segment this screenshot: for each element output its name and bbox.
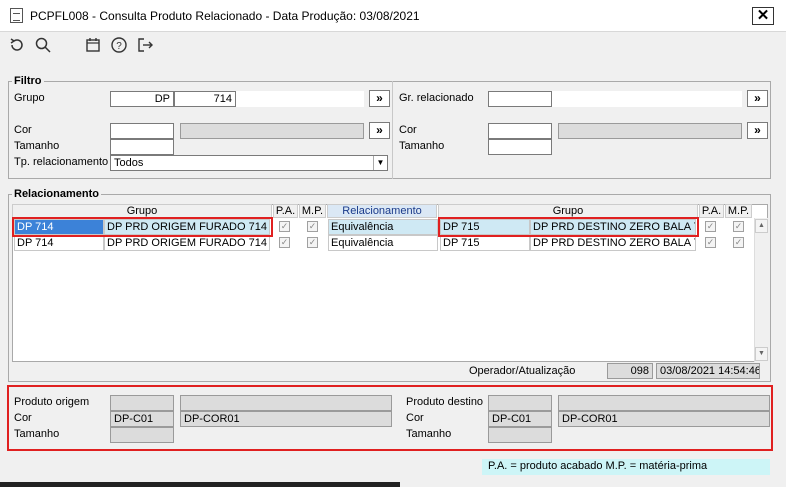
cor-label: Cor	[14, 124, 32, 136]
produto-origem-code-field	[110, 395, 174, 411]
filtro-legend: Filtro	[12, 75, 44, 87]
gr-cor-description-field	[558, 123, 742, 139]
close-button[interactable]: ✕	[752, 7, 774, 25]
destino-cor-code-field: DP-C01	[488, 411, 552, 427]
grupo-number-field[interactable]: 714	[174, 91, 236, 107]
destino-tamanho-field	[488, 427, 552, 443]
row-1-mp-checkbox[interactable]: ✓	[307, 221, 318, 232]
produto-destino-code-field	[488, 395, 552, 411]
gr-cor-label: Cor	[399, 124, 417, 136]
operador-datetime-field: 03/08/2021 14:54:46	[656, 363, 760, 379]
destino-tamanho-label: Tamanho	[406, 428, 452, 440]
destino-cor-label: Cor	[406, 412, 424, 424]
tp-relacionamento-value: Todos	[114, 157, 144, 169]
undo-icon[interactable]	[8, 36, 26, 54]
cor-lookup-button[interactable]: »	[369, 122, 390, 139]
tp-relacionamento-label: Tp. relacionamento	[14, 156, 109, 168]
row-2-pa-checkbox[interactable]: ✓	[279, 237, 290, 248]
row-2-description[interactable]: DP PRD ORIGEM FURADO 714	[104, 235, 270, 251]
background-strip	[0, 482, 400, 487]
row-2-destino-description[interactable]: DP PRD DESTINO ZERO BALA 715	[530, 235, 696, 251]
gr-relacionado-description-field	[552, 91, 742, 107]
header-pa[interactable]: P.A.	[273, 204, 298, 218]
header-grupo-destino[interactable]: Grupo	[438, 204, 698, 218]
document-icon	[10, 8, 23, 23]
header-mp-destino[interactable]: M.P.	[725, 204, 752, 218]
header-pa-destino[interactable]: P.A.	[699, 204, 724, 218]
origem-tamanho-label: Tamanho	[14, 428, 60, 440]
grupo-lookup-button[interactable]: »	[369, 90, 390, 107]
vertical-scrollbar[interactable]	[754, 218, 768, 362]
gr-relacionado-lookup-button[interactable]: »	[747, 90, 768, 107]
gr-tamanho-label: Tamanho	[399, 140, 445, 152]
produto-destino-description-field	[558, 395, 770, 411]
destino-cor-description-field: DP-COR01	[558, 411, 770, 427]
grupo-description-field	[236, 91, 364, 107]
produto-origem-label: Produto origem	[14, 396, 90, 408]
tp-relacionamento-select[interactable]: Todos	[110, 155, 388, 171]
exit-icon[interactable]	[136, 36, 154, 54]
gr-relacionado-code-field[interactable]	[488, 91, 552, 107]
cor-description-field	[180, 123, 364, 139]
svg-text:?: ?	[116, 41, 122, 52]
gr-cor-lookup-button[interactable]: »	[747, 122, 768, 139]
window-title: PCPFL008 - Consulta Produto Relacionado …	[30, 9, 420, 23]
grupo-code-field[interactable]: DP	[110, 91, 174, 107]
scroll-up-icon[interactable]: ▲	[755, 219, 768, 233]
produto-destino-label: Produto destino	[406, 396, 484, 408]
row-1-pa-destino-checkbox[interactable]: ✓	[705, 221, 716, 232]
row-2-code[interactable]: DP 714	[14, 235, 104, 251]
footer-legend: P.A. = produto acabado M.P. = matéria-pr…	[482, 459, 770, 475]
filtro-divider	[392, 81, 393, 179]
grupo-label: Grupo	[14, 92, 45, 104]
tamanho-label: Tamanho	[14, 140, 60, 152]
operador-label: Operador/Atualização	[469, 365, 576, 377]
row-2-pa-destino-checkbox[interactable]: ✓	[705, 237, 716, 248]
gr-cor-code-field[interactable]	[488, 123, 552, 139]
gr-relacionado-label: Gr. relacionado	[399, 92, 474, 104]
origem-cor-label: Cor	[14, 412, 32, 424]
origem-cor-code-field: DP-C01	[110, 411, 174, 427]
row-2-destino-code[interactable]: DP 715	[440, 235, 530, 251]
row-1-relacionamento[interactable]: Equivalência	[328, 219, 438, 235]
row-2-mp-checkbox[interactable]: ✓	[307, 237, 318, 248]
row-2-mp-destino-checkbox[interactable]: ✓	[733, 237, 744, 248]
tamanho-field[interactable]	[110, 139, 174, 155]
produto-origem-description-field	[180, 395, 392, 411]
row-1-mp-destino-checkbox[interactable]: ✓	[733, 221, 744, 232]
header-mp[interactable]: M.P.	[299, 204, 326, 218]
scroll-down-icon[interactable]: ▼	[755, 347, 768, 361]
gr-tamanho-field[interactable]	[488, 139, 552, 155]
help-icon[interactable]: ?	[110, 36, 128, 54]
origem-tamanho-field	[110, 427, 174, 443]
calendar-icon[interactable]	[84, 36, 102, 54]
row-1-pa-checkbox[interactable]: ✓	[279, 221, 290, 232]
relacionamento-legend: Relacionamento	[12, 188, 101, 200]
search-icon[interactable]	[34, 36, 52, 54]
cor-code-field[interactable]	[110, 123, 174, 139]
row-2-relacionamento[interactable]: Equivalência	[328, 235, 438, 251]
origin-highlight-box	[12, 217, 273, 237]
chevron-down-icon[interactable]: ▼	[373, 156, 387, 170]
header-relacionamento[interactable]: Relacionamento	[327, 204, 437, 218]
header-grupo[interactable]: Grupo	[12, 204, 272, 218]
operador-id-field: 098	[607, 363, 653, 379]
destination-highlight-box	[438, 217, 699, 237]
origem-cor-description-field: DP-COR01	[180, 411, 392, 427]
